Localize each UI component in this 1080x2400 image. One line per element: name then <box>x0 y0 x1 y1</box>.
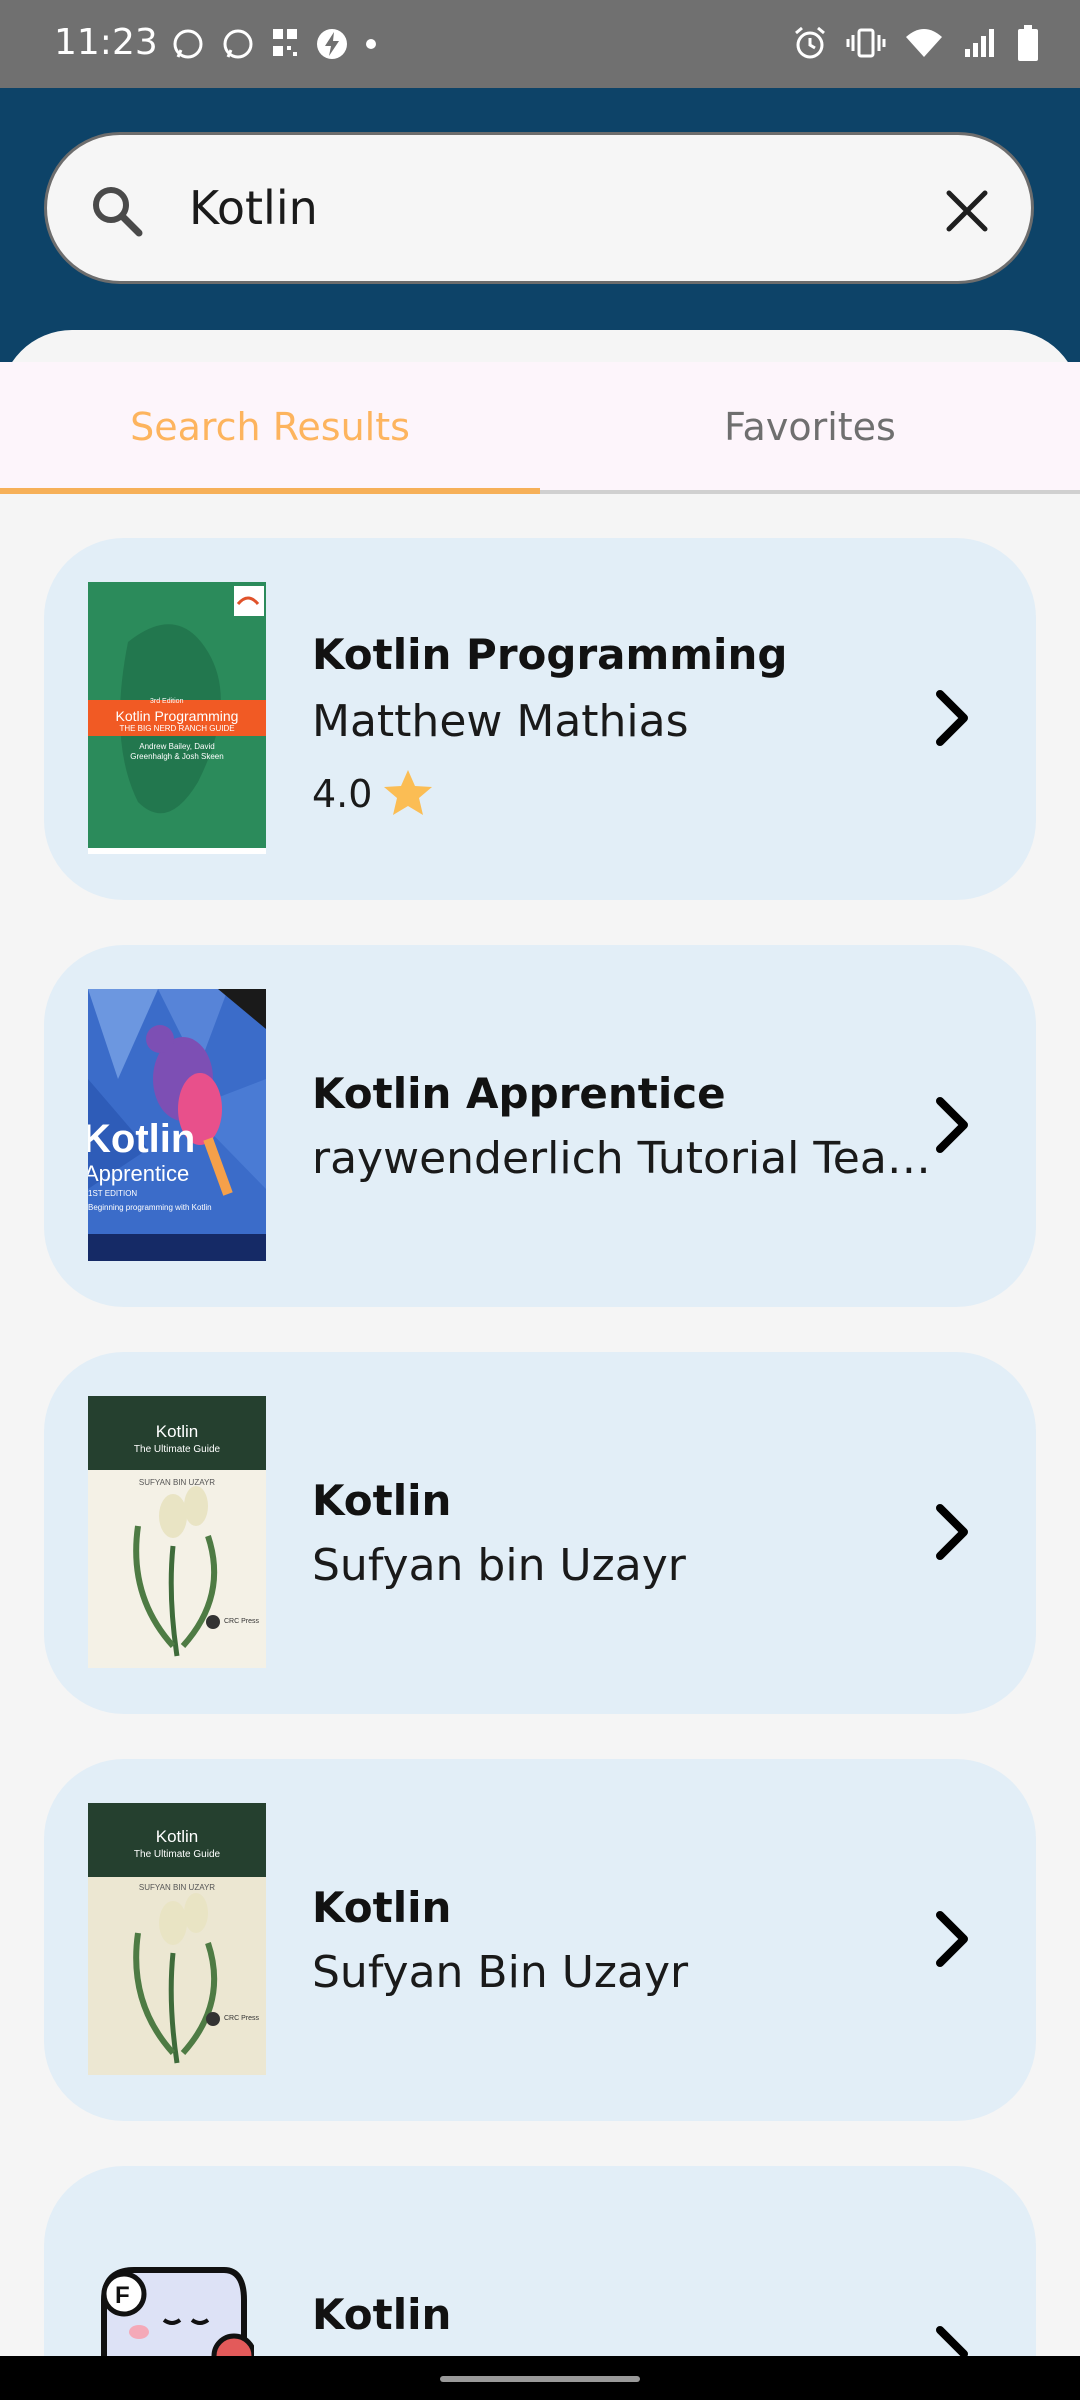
chevron-right-icon[interactable] <box>930 688 976 748</box>
book-cover-subtitle: THE BIG NERD RANCH GUIDE <box>119 724 235 733</box>
tab-bar: Search Results Favorites <box>0 362 1080 492</box>
book-author: Matthew Mathias <box>312 696 689 747</box>
book-title: Kotlin Apprentice <box>312 1069 726 1118</box>
search-input[interactable]: Kotlin <box>189 181 318 235</box>
book-title: Kotlin <box>312 1883 452 1932</box>
whatsapp-icon <box>173 29 203 59</box>
battery-icon <box>1018 25 1038 61</box>
book-cover-authors: Andrew Bailey, David Greenhalgh & Josh S… <box>130 742 224 761</box>
book-cover-title: Kotlin Programming <box>115 708 239 724</box>
book-author: Sufyan Bin Uzayr <box>312 1947 689 1998</box>
result-card[interactable]: F Kotlin <box>44 2166 1036 2356</box>
wifi-icon <box>906 29 942 57</box>
book-cover-image: Kotlin Apprentice 1ST EDITION Beginning … <box>88 989 266 1261</box>
book-cover-subtitle: The Ultimate Guide <box>133 1849 221 1860</box>
star-icon <box>384 770 433 815</box>
chevron-right-icon[interactable] <box>930 2324 976 2356</box>
book-author: raywenderlich Tutorial Tea… <box>312 1133 931 1184</box>
search-bar[interactable]: Kotlin <box>44 132 1034 284</box>
more-notifications-dot-icon <box>366 39 376 49</box>
book-author: Sufyan bin Uzayr <box>312 1540 686 1591</box>
book-cover-publisher: CRC Press <box>224 2015 260 2022</box>
book-cover-image: F <box>84 2260 254 2356</box>
book-cover-image: Kotlin The Ultimate Guide SUFYAN BIN UZA… <box>88 1803 266 2075</box>
alarm-icon <box>795 26 825 59</box>
book-title: Kotlin Programming <box>312 630 788 679</box>
book-cover-author: SUFYAN BIN UZAYR <box>138 1883 216 1892</box>
result-card[interactable]: Kotlin The Ultimate Guide SUFYAN BIN UZA… <box>44 1352 1036 1714</box>
book-cover-title: Kotlin <box>155 1827 199 1846</box>
book-title: Kotlin <box>312 2290 452 2339</box>
tab-search-results[interactable]: Search Results <box>0 362 540 492</box>
tab-indicator <box>0 488 540 494</box>
book-cover-edition: 3rd Edition <box>150 698 184 705</box>
svg-text:F: F <box>115 2282 130 2309</box>
chevron-right-icon[interactable] <box>930 1909 976 1969</box>
status-time: 11:23 <box>54 22 158 63</box>
book-rating: 4.0 <box>312 766 436 822</box>
book-cover-image: Kotlin The Ultimate Guide SUFYAN BIN UZA… <box>88 1396 266 1668</box>
book-cover-tagline: Beginning programming with Kotlin <box>88 1203 212 1212</box>
home-gesture-handle[interactable] <box>440 2376 640 2382</box>
chevron-right-icon[interactable] <box>930 1502 976 1562</box>
book-cover-edition: 1ST EDITION <box>88 1189 138 1198</box>
book-cover-subtitle: The Ultimate Guide <box>133 1444 221 1455</box>
close-icon[interactable] <box>939 183 995 239</box>
notification-icons <box>170 26 378 62</box>
status-bar: 11:23 <box>0 0 1080 88</box>
navigation-bar <box>0 2356 1080 2400</box>
book-cover-image: 3rd Edition Kotlin Programming THE BIG N… <box>88 582 266 854</box>
chevron-right-icon[interactable] <box>930 1095 976 1155</box>
result-card[interactable]: 3rd Edition Kotlin Programming THE BIG N… <box>44 538 1036 900</box>
book-cover-title: Kotlin <box>88 1117 196 1161</box>
search-icon[interactable] <box>85 179 149 243</box>
book-title: Kotlin <box>312 1476 452 1525</box>
qr-code-icon <box>273 29 297 56</box>
book-cover-subtitle: Apprentice <box>88 1161 190 1186</box>
system-icons <box>792 24 1040 62</box>
book-cover-title: Kotlin <box>155 1422 199 1441</box>
rating-value: 4.0 <box>312 772 373 816</box>
whatsapp-icon <box>223 29 253 59</box>
flash-icon <box>317 29 347 59</box>
book-cover-author: SUFYAN BIN UZAYR <box>138 1478 216 1487</box>
result-card[interactable]: Kotlin Apprentice 1ST EDITION Beginning … <box>44 945 1036 1307</box>
book-cover-publisher: CRC Press <box>224 1618 260 1625</box>
signal-icon <box>965 29 994 57</box>
vibrate-icon <box>846 28 886 58</box>
result-card[interactable]: Kotlin The Ultimate Guide SUFYAN BIN UZA… <box>44 1759 1036 2121</box>
tab-favorites[interactable]: Favorites <box>540 362 1080 492</box>
